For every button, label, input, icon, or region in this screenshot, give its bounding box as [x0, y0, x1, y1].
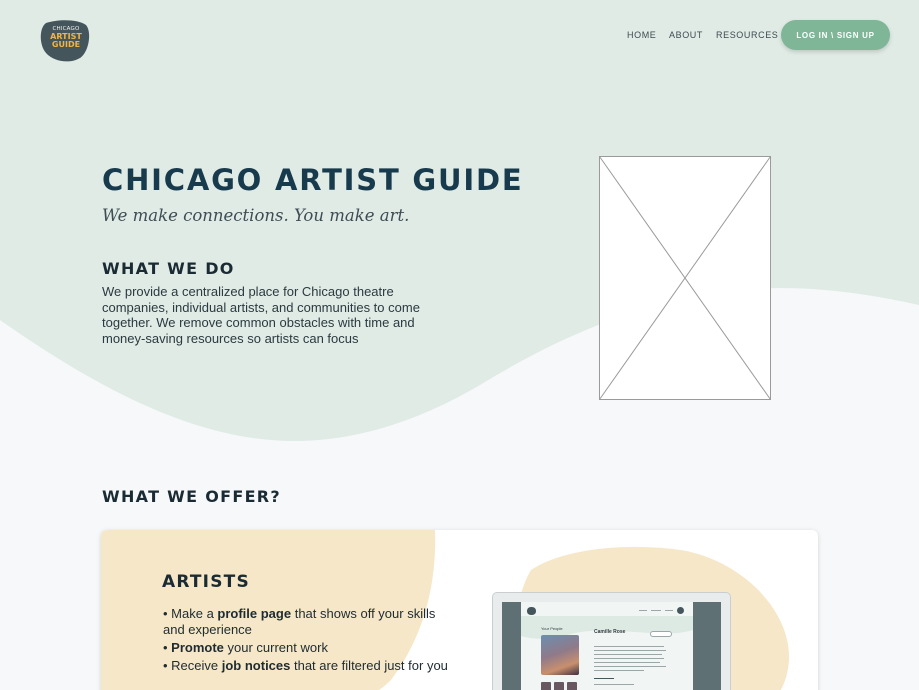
mini-thumbnail: [567, 682, 577, 690]
logo-text-guide: GUIDE: [51, 40, 81, 49]
list-item: • Make a profile page that shows off you…: [163, 606, 436, 637]
mini-logo-icon: [527, 607, 536, 615]
hero-tagline: We make connections. You make art.: [102, 206, 410, 225]
profile-page-preview: Your People Camille Rose: [521, 602, 693, 690]
list-item: • Receive job notices that are filtered …: [163, 658, 448, 674]
mini-profile-name: Camille Rose: [594, 629, 626, 635]
image-placeholder-icon: [599, 156, 771, 400]
mini-thumbnail: [554, 682, 564, 690]
artists-heading: ARTISTS: [162, 572, 250, 592]
site-logo[interactable]: CHICAGO ARTIST GUIDE: [40, 20, 90, 62]
mini-avatar: [677, 607, 684, 614]
hero-background-wave: [0, 0, 919, 450]
list-item: • Promote your current work: [163, 640, 328, 656]
nav-about-link[interactable]: ABOUT: [669, 30, 703, 40]
mini-section-label: Your People: [541, 626, 563, 631]
profile-photo: [541, 635, 579, 675]
what-we-do-body: We provide a centralized place for Chica…: [102, 284, 420, 346]
mini-thumbnail: [541, 682, 551, 690]
laptop-mockup: Your People Camille Rose: [492, 592, 731, 690]
hero-title: CHICAGO ARTIST GUIDE: [102, 163, 524, 197]
artists-card: ARTISTS • Make a profile page that shows…: [101, 530, 818, 690]
what-we-do-heading: WHAT WE DO: [102, 259, 235, 278]
what-we-offer-heading: WHAT WE OFFER?: [102, 487, 282, 506]
laptop-screen: Your People Camille Rose: [502, 602, 721, 690]
login-signup-button[interactable]: LOG IN \ SIGN UP: [781, 20, 890, 50]
hero-image-placeholder: [599, 156, 771, 400]
artists-feature-list: • Make a profile page that shows off you…: [163, 606, 448, 677]
mini-edit-button: [650, 631, 672, 637]
nav-home-link[interactable]: HOME: [627, 30, 656, 40]
nav-resources-link[interactable]: RESOURCES: [716, 30, 778, 40]
